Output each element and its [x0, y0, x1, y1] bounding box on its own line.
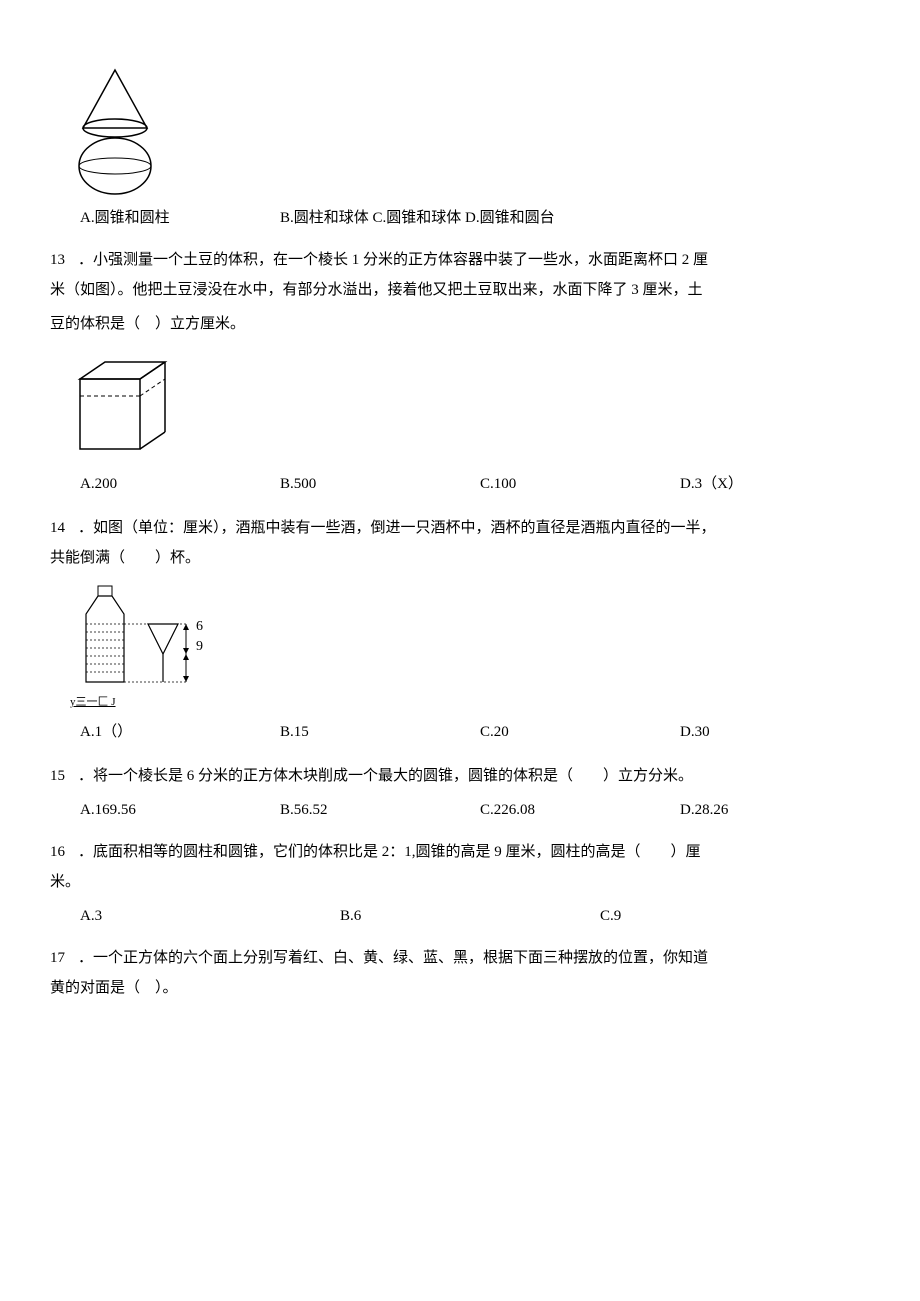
- q13-option-d: D.3（X）: [680, 472, 743, 496]
- q13-line2: 米（如图）。他把土豆浸没在水中，有部分水溢出，接着他又把土豆取出来，水面下降了 …: [50, 278, 870, 302]
- q17-text1: ．一个正方体的六个面上分别写着红、白、黄、绿、蓝、黑，根据下面三种摆放的位置，你…: [78, 950, 708, 966]
- q13-options: A.200 B.500 C.100 D.3（X）: [80, 472, 870, 496]
- q13-option-b: B.500: [280, 472, 480, 496]
- q15-options: A.169.56 B.56.52 C.226.08 D.28.26: [80, 798, 870, 822]
- q13-number: 13: [50, 248, 78, 272]
- q15-option-b: B.56.52: [280, 798, 480, 822]
- q15-line1: 15．将一个棱长是 6 分米的正方体木块削成一个最大的圆锥，圆锥的体积是（ ）立…: [50, 764, 870, 788]
- q14-option-b: B.15: [280, 720, 480, 744]
- q13-option-c: C.100: [480, 472, 680, 496]
- q16-text1: ．底面积相等的圆柱和圆锥，它们的体积比是 2：1,圆锥的高是 9 厘米，圆柱的高…: [78, 844, 701, 860]
- q14-option-c: C.20: [480, 720, 680, 744]
- q14-text1: ．如图（单位：厘米），酒瓶中装有一些酒，倒进一只酒杯中，酒杯的直径是酒瓶内直径的…: [78, 520, 716, 536]
- bottle-cup-icon: [68, 584, 238, 694]
- q12-figure: [70, 68, 870, 198]
- q14-option-d: D.30: [680, 720, 710, 744]
- q16-line2: 米。: [50, 870, 870, 894]
- q17-number: 17: [50, 946, 78, 970]
- q14-line1: 14．如图（单位：厘米），酒瓶中装有一些酒，倒进一只酒杯中，酒杯的直径是酒瓶内直…: [50, 516, 870, 540]
- q13-figure: [70, 354, 870, 464]
- q16-option-a: A.3: [80, 904, 340, 928]
- q13-option-a: A.200: [80, 472, 280, 496]
- q17-line1: 17．一个正方体的六个面上分别写着红、白、黄、绿、蓝、黑，根据下面三种摆放的位置…: [50, 946, 870, 970]
- q14-line2: 共能倒满（ ）杯。: [50, 546, 870, 570]
- q15-number: 15: [50, 764, 78, 788]
- cube-water-icon: [70, 354, 180, 464]
- q16-number: 16: [50, 840, 78, 864]
- cone-sphere-icon: [70, 68, 160, 198]
- q12-option-a: A.圆锥和圆柱: [80, 206, 280, 230]
- q15-option-a: A.169.56: [80, 798, 280, 822]
- q12-option-b: B.圆柱和球体 C.圆锥和球体 D.圆锥和圆台: [280, 206, 555, 230]
- q15-option-c: C.226.08: [480, 798, 680, 822]
- q13-line1: 13．小强测量一个土豆的体积，在一个棱长 1 分米的正方体容器中装了一些水，水面…: [50, 248, 870, 272]
- q16-option-b: B.6: [340, 904, 600, 928]
- q15-text1: ．将一个棱长是 6 分米的正方体木块削成一个最大的圆锥，圆锥的体积是（ ）立方分…: [78, 768, 693, 784]
- q14-number: 14: [50, 516, 78, 540]
- q14-fig-caption: y三一匚 J: [70, 694, 870, 712]
- q14-options: A.1（） B.15 C.20 D.30: [80, 720, 870, 744]
- q14-option-a: A.1（）: [80, 720, 280, 744]
- q12-options: A.圆锥和圆柱 B.圆柱和球体 C.圆锥和球体 D.圆锥和圆台: [80, 206, 870, 230]
- q13-text1: ．小强测量一个土豆的体积，在一个棱长 1 分米的正方体容器中装了一些水，水面距离…: [78, 252, 708, 268]
- q14-figure: 6 9 y三一匚 J: [68, 584, 870, 712]
- q16-options: A.3 B.6 C.9: [80, 904, 870, 928]
- q13-line3: 豆的体积是（ ）立方厘米。: [50, 312, 870, 336]
- q16-option-c: C.9: [600, 904, 621, 928]
- q17-line2: 黄的对面是（ ）。: [50, 976, 870, 1000]
- q15-option-d: D.28.26: [680, 798, 728, 822]
- q16-line1: 16．底面积相等的圆柱和圆锥，它们的体积比是 2：1,圆锥的高是 9 厘米，圆柱…: [50, 840, 870, 864]
